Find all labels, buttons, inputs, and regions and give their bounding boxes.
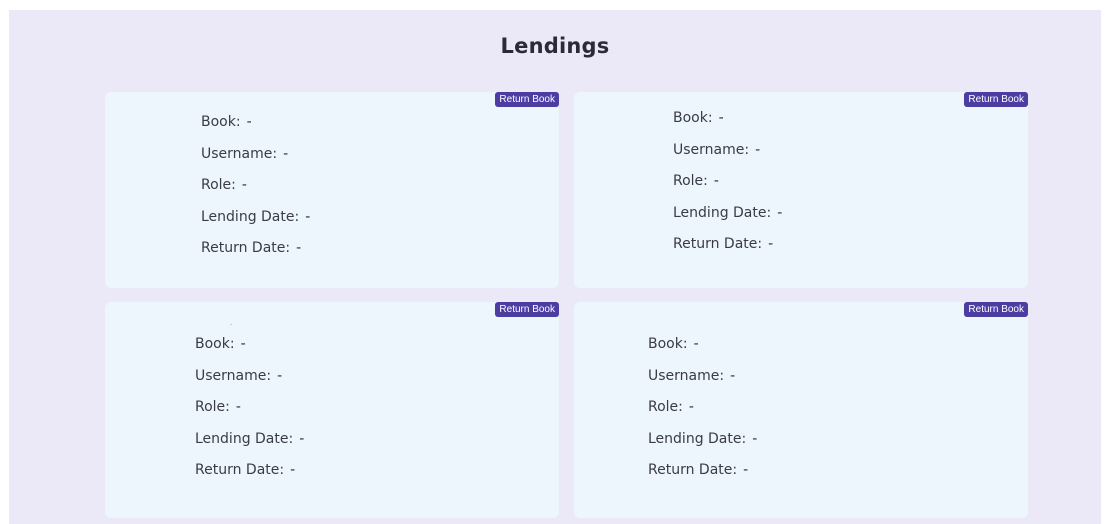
return-date-row: Return Date: - xyxy=(673,236,782,254)
book-value: - xyxy=(693,336,699,352)
return-date-value: - xyxy=(290,462,296,478)
book-row: Book: - xyxy=(201,114,310,132)
lending-date-value: - xyxy=(305,208,311,225)
lending-details: Book: - Username: - Role: - Lending Date: - … xyxy=(673,110,782,254)
role-row: Role: - xyxy=(195,399,304,417)
role-row: Role: - xyxy=(648,399,757,417)
return-date-row: Return Date: - xyxy=(648,462,757,480)
page-title: Lendings xyxy=(500,34,610,58)
username-label: Username: xyxy=(195,367,272,384)
book-row: Book: - xyxy=(673,110,782,128)
username-label: Username: xyxy=(673,141,750,158)
book-label: Book: xyxy=(648,336,688,352)
lending-date-row: Lending Date: - xyxy=(195,431,304,449)
return-book-button[interactable]: Return Book xyxy=(964,92,1028,107)
role-value: - xyxy=(713,173,719,189)
lending-date-label: Lending Date: xyxy=(648,430,747,447)
lending-date-label: Lending Date: xyxy=(673,204,772,221)
role-label: Role: xyxy=(195,399,230,415)
return-date-value: - xyxy=(743,462,749,478)
lending-date-row: Lending Date: - xyxy=(648,431,757,449)
lending-date-row: Lending Date: - xyxy=(201,209,310,227)
username-value: - xyxy=(277,367,283,384)
lendings-page: Lendings Return Book Book: - Username: - R… xyxy=(9,10,1101,524)
role-row: Role: - xyxy=(201,177,310,195)
username-value: - xyxy=(283,145,289,162)
lending-date-value: - xyxy=(299,430,305,447)
return-date-label: Return Date: xyxy=(195,462,285,478)
book-label: Book: xyxy=(201,114,241,130)
return-date-value: - xyxy=(768,236,774,252)
return-book-button[interactable]: Return Book xyxy=(964,302,1028,317)
decorative-dot xyxy=(230,324,232,325)
lending-details: Book: - Username: - Role: - Lending Date: - … xyxy=(195,336,304,480)
book-row: Book: - xyxy=(648,336,757,354)
lending-date-label: Lending Date: xyxy=(201,208,300,225)
lending-date-label: Lending Date: xyxy=(195,430,294,447)
book-value: - xyxy=(246,114,252,130)
book-label: Book: xyxy=(195,336,235,352)
return-book-button[interactable]: Return Book xyxy=(495,92,559,107)
book-label: Book: xyxy=(673,110,713,126)
lending-card: Return Book Book: - Username: - Role: - Len… xyxy=(105,302,559,518)
return-date-value: - xyxy=(296,240,302,256)
book-value: - xyxy=(718,110,724,126)
book-row: Book: - xyxy=(195,336,304,354)
username-row: Username: - xyxy=(648,368,757,386)
role-value: - xyxy=(235,399,241,415)
role-label: Role: xyxy=(673,173,708,189)
username-row: Username: - xyxy=(673,142,782,160)
lending-card: Return Book Book: - Username: - Role: - Len… xyxy=(105,92,559,288)
role-value: - xyxy=(241,177,247,193)
username-value: - xyxy=(755,141,761,158)
username-row: Username: - xyxy=(195,368,304,386)
role-label: Role: xyxy=(648,399,683,415)
lending-date-value: - xyxy=(752,430,758,447)
lending-card: Return Book Book: - Username: - Role: - Len… xyxy=(574,92,1028,288)
return-date-row: Return Date: - xyxy=(195,462,304,480)
username-label: Username: xyxy=(648,367,725,384)
role-row: Role: - xyxy=(673,173,782,191)
lending-details: Book: - Username: - Role: - Lending Date: - … xyxy=(201,114,310,258)
return-date-row: Return Date: - xyxy=(201,240,310,258)
username-label: Username: xyxy=(201,145,278,162)
return-date-label: Return Date: xyxy=(648,462,738,478)
lending-card: Return Book Book: - Username: - Role: - Len… xyxy=(574,302,1028,518)
return-date-label: Return Date: xyxy=(673,236,763,252)
book-value: - xyxy=(240,336,246,352)
username-value: - xyxy=(730,367,736,384)
lending-date-row: Lending Date: - xyxy=(673,205,782,223)
return-book-button[interactable]: Return Book xyxy=(495,302,559,317)
lending-date-value: - xyxy=(777,204,783,221)
role-value: - xyxy=(688,399,694,415)
username-row: Username: - xyxy=(201,146,310,164)
lending-details: Book: - Username: - Role: - Lending Date: - … xyxy=(648,336,757,480)
role-label: Role: xyxy=(201,177,236,193)
return-date-label: Return Date: xyxy=(201,240,291,256)
